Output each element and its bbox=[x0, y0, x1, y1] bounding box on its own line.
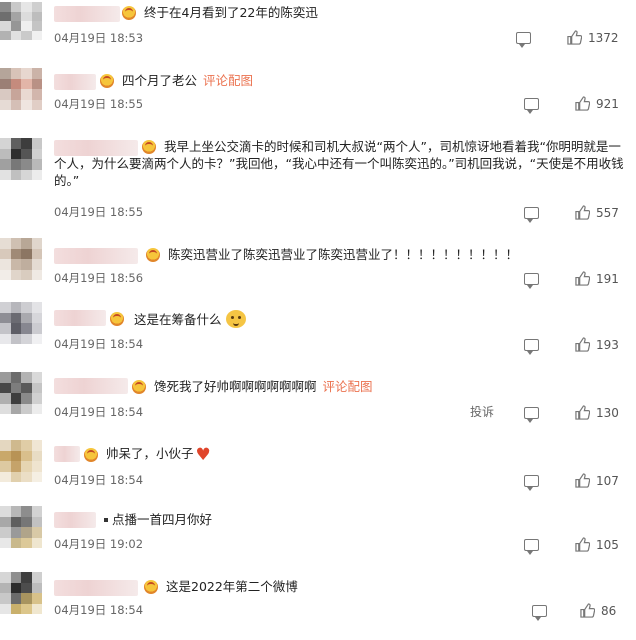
thumb-up-icon[interactable] bbox=[575, 271, 591, 290]
avatar[interactable] bbox=[0, 302, 42, 344]
comment-icon[interactable] bbox=[524, 273, 539, 289]
comment-time: 04月19日 19:02 bbox=[54, 537, 144, 551]
username-blurred[interactable] bbox=[54, 248, 138, 264]
comment-time: 04月19日 18:55 bbox=[54, 205, 144, 219]
separator-dot bbox=[104, 517, 108, 522]
comment-icon[interactable] bbox=[516, 32, 531, 48]
comment-time: 04月19日 18:54 bbox=[54, 405, 144, 419]
comment-text: 我早上坐公交滴卡的时候和司机大叔说“两个人”，司机惊讶地看着我“你明明就是一个人… bbox=[54, 139, 624, 188]
comment-text: 帅呆了，小伙子 ♥ bbox=[106, 445, 211, 465]
comment-text: 馋死我了好帅啊啊啊啊啊啊啊 评论配图 bbox=[154, 379, 373, 394]
username-blurred[interactable] bbox=[54, 378, 128, 394]
fan-badge-icon bbox=[84, 448, 98, 462]
avatar[interactable] bbox=[0, 238, 42, 280]
avatar[interactable] bbox=[0, 138, 42, 180]
comment-text: 这是在筹备什么 bbox=[134, 310, 246, 328]
comment-text: 陈奕迅营业了陈奕迅营业了陈奕迅营业了！！！！！！！！！！ bbox=[168, 247, 519, 262]
fan-badge-icon bbox=[132, 380, 146, 394]
comment-time: 04月19日 18:53 bbox=[54, 31, 144, 45]
like-count: 105 bbox=[596, 538, 619, 552]
emoji-icon bbox=[225, 310, 246, 328]
comment-icon[interactable] bbox=[524, 475, 539, 491]
comment-icon[interactable] bbox=[524, 98, 539, 114]
comment-image-link[interactable]: 评论配图 bbox=[323, 379, 373, 394]
comment-text: 点播一首四月你好 bbox=[102, 511, 212, 528]
username-blurred[interactable] bbox=[54, 310, 106, 326]
avatar[interactable] bbox=[0, 2, 42, 40]
username-blurred[interactable] bbox=[54, 74, 96, 90]
avatar[interactable] bbox=[0, 440, 42, 482]
like-count: 130 bbox=[596, 406, 619, 420]
heart-icon: ♥ bbox=[195, 445, 211, 465]
comment-icon[interactable] bbox=[524, 207, 539, 223]
comment-time: 04月19日 18:55 bbox=[54, 97, 144, 111]
avatar[interactable] bbox=[0, 572, 42, 614]
fan-badge-icon bbox=[122, 6, 136, 20]
thumb-up-icon[interactable] bbox=[575, 405, 591, 424]
fan-badge-icon bbox=[100, 74, 114, 88]
comment-text: 这是2022年第二个微博 bbox=[166, 579, 298, 594]
comment-time: 04月19日 18:54 bbox=[54, 473, 144, 487]
comment-icon[interactable] bbox=[524, 339, 539, 355]
thumb-up-icon[interactable] bbox=[575, 537, 591, 556]
username-blurred[interactable] bbox=[54, 446, 80, 462]
like-count: 86 bbox=[601, 604, 617, 618]
avatar[interactable] bbox=[0, 372, 42, 414]
thumb-up-icon[interactable] bbox=[580, 603, 596, 622]
comment-icon[interactable] bbox=[524, 539, 539, 555]
thumb-up-icon[interactable] bbox=[575, 337, 591, 356]
comment-text: 终于在4月看到了22年的陈奕迅 bbox=[144, 5, 318, 20]
comment-time: 04月19日 18:54 bbox=[54, 603, 144, 617]
thumb-up-icon[interactable] bbox=[575, 96, 591, 115]
like-count: 107 bbox=[596, 474, 619, 488]
avatar[interactable] bbox=[0, 506, 42, 548]
username-blurred[interactable] bbox=[54, 512, 96, 528]
comment-time: 04月19日 18:54 bbox=[54, 337, 144, 351]
report-button[interactable]: 投诉 bbox=[470, 403, 494, 420]
like-count: 191 bbox=[596, 272, 619, 286]
thumb-up-icon[interactable] bbox=[567, 30, 583, 49]
comment-time: 04月19日 18:56 bbox=[54, 271, 144, 285]
comment-icon[interactable] bbox=[524, 407, 539, 423]
thumb-up-icon[interactable] bbox=[575, 473, 591, 492]
like-count: 193 bbox=[596, 338, 619, 352]
comment-icon[interactable] bbox=[532, 605, 547, 621]
avatar[interactable] bbox=[0, 68, 42, 110]
like-count: 921 bbox=[596, 97, 619, 111]
comment-image-link[interactable]: 评论配图 bbox=[203, 73, 253, 88]
thumb-up-icon[interactable] bbox=[575, 205, 591, 224]
comment-text: 四个月了老公 评论配图 bbox=[122, 73, 254, 88]
fan-badge-icon bbox=[146, 248, 160, 262]
fan-badge-icon bbox=[144, 580, 158, 594]
username-blurred[interactable] bbox=[54, 580, 138, 596]
username-blurred[interactable] bbox=[54, 6, 120, 22]
like-count: 557 bbox=[596, 206, 619, 220]
fan-badge-icon bbox=[110, 312, 124, 326]
like-count: 1372 bbox=[588, 31, 619, 45]
